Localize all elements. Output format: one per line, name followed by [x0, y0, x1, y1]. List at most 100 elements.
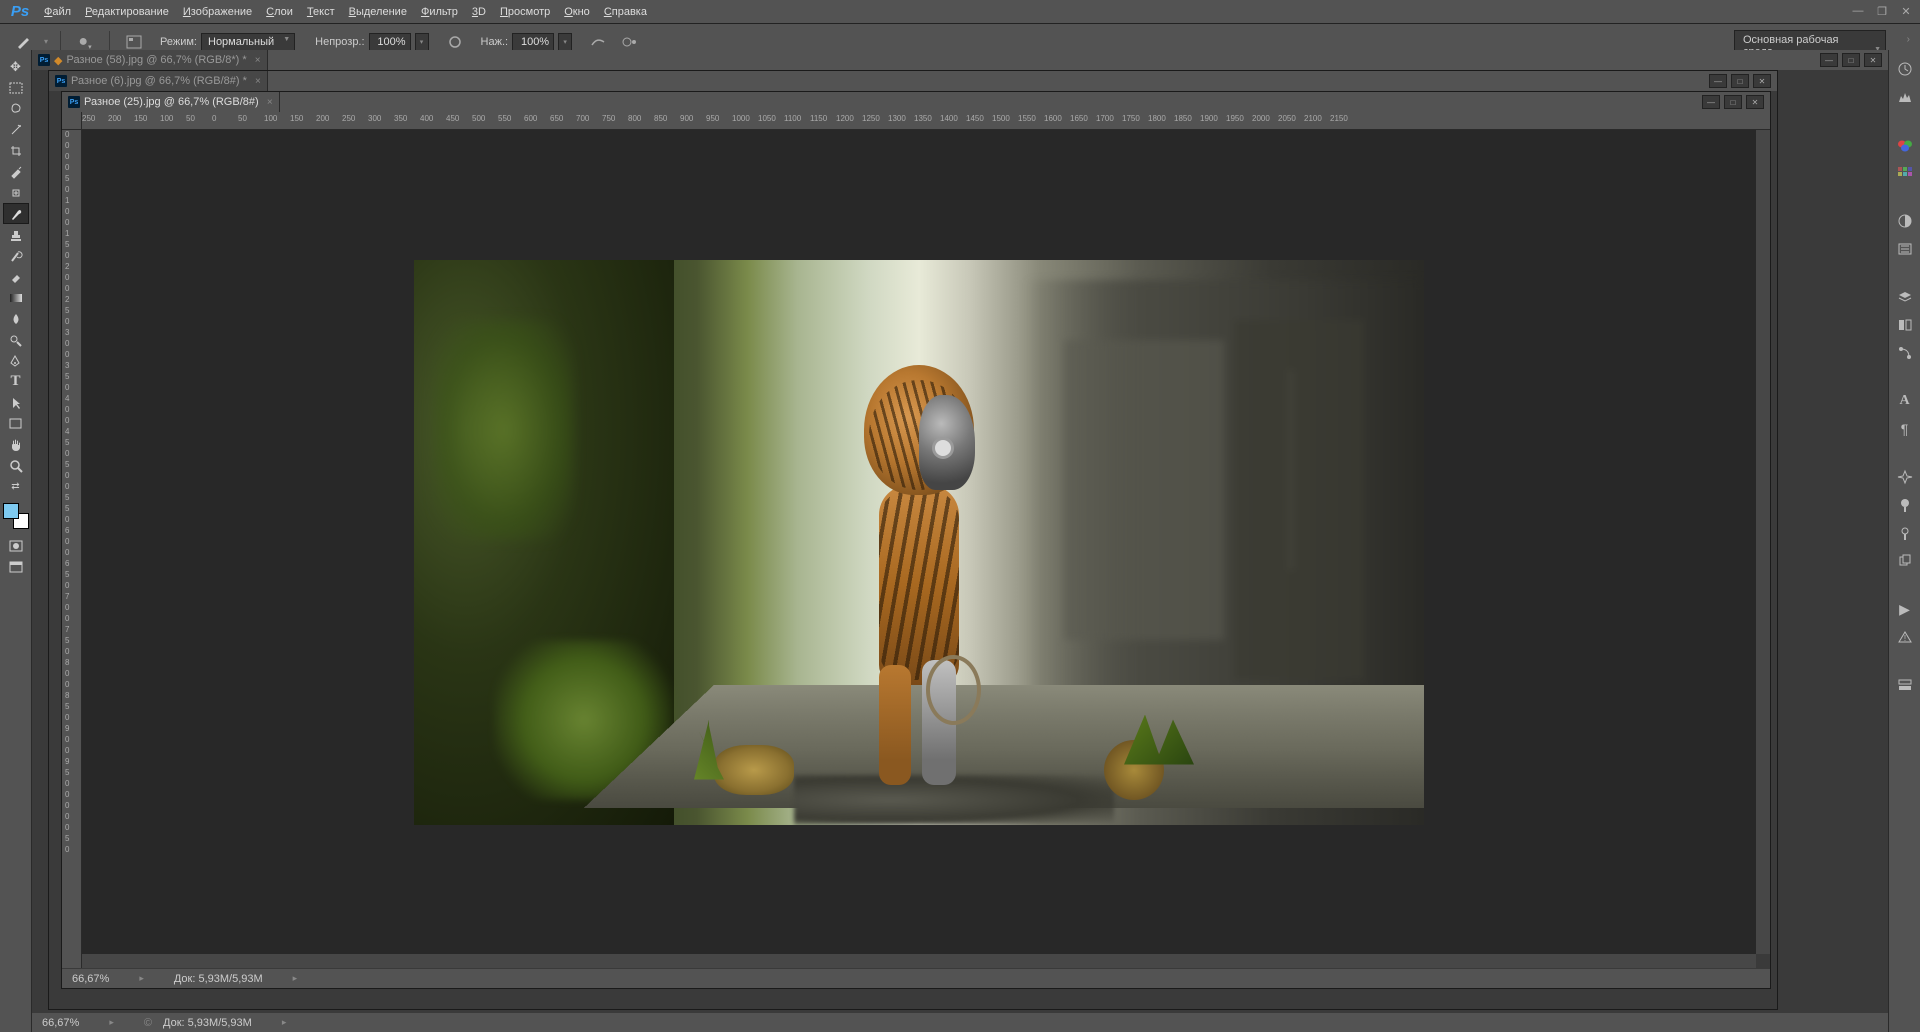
menu-help[interactable]: Справка — [598, 3, 653, 21]
move-tool[interactable]: ✥ — [3, 56, 29, 77]
right-panels: A ¶ ▶ ! — [1888, 50, 1920, 1032]
chevron-right-icon[interactable]: ▸ — [139, 973, 144, 984]
menu-edit[interactable]: Редактирование — [79, 3, 175, 21]
doc-maximize-button[interactable]: □ — [1842, 53, 1860, 67]
type-tool[interactable]: T — [3, 371, 29, 392]
image-canvas — [414, 260, 1424, 825]
flow-input[interactable]: 100% — [512, 33, 554, 51]
layers-panel-icon[interactable] — [1893, 286, 1917, 308]
styles-panel-icon[interactable] — [1893, 238, 1917, 260]
menu-text[interactable]: Текст — [301, 3, 341, 21]
histogram-panel-icon[interactable] — [1893, 86, 1917, 108]
close-tab-icon[interactable]: × — [255, 55, 261, 66]
doc-maximize-button[interactable]: □ — [1724, 95, 1742, 109]
doc-minimize-button[interactable]: — — [1820, 53, 1838, 67]
doc-close-button[interactable]: ✕ — [1746, 95, 1764, 109]
doc-close-button[interactable]: ✕ — [1864, 53, 1882, 67]
scrollbar-vertical[interactable] — [1756, 130, 1770, 954]
gradient-tool[interactable] — [3, 287, 29, 308]
zoom-level[interactable]: 66,67% — [42, 1017, 79, 1029]
zoom-level[interactable]: 66,67% — [72, 973, 109, 985]
restore-button[interactable]: ❐ — [1873, 3, 1891, 19]
wand-tool[interactable] — [3, 119, 29, 140]
fg-color-swatch[interactable] — [3, 503, 19, 519]
opacity-input[interactable]: 100% — [369, 33, 411, 51]
ruler-vertical[interactable]: 0000501001502002503003504004505005506006… — [62, 130, 82, 968]
doc-minimize-button[interactable]: — — [1702, 95, 1720, 109]
opacity-flyout[interactable]: ▾ — [415, 33, 429, 51]
channels-panel-icon[interactable] — [1893, 314, 1917, 336]
menu-window[interactable]: Окно — [558, 3, 596, 21]
menu-file[interactable]: Файл — [38, 3, 77, 21]
swatches-panel-icon[interactable] — [1893, 162, 1917, 184]
doc-close-button[interactable]: ✕ — [1753, 74, 1771, 88]
doc-maximize-button[interactable]: □ — [1731, 74, 1749, 88]
chevron-right-icon[interactable]: ▸ — [282, 1017, 287, 1028]
color-panel-icon[interactable] — [1893, 134, 1917, 156]
eraser-tool[interactable] — [3, 266, 29, 287]
tab-label: Разное (25).jpg @ 66,7% (RGB/8#) — [84, 96, 259, 108]
screenmode-tool[interactable] — [3, 556, 29, 577]
brush-settings-panel-icon[interactable] — [1893, 522, 1917, 544]
properties-panel-icon[interactable] — [1893, 674, 1917, 696]
minimize-button[interactable]: — — [1849, 3, 1867, 19]
ruler-corner[interactable] — [62, 112, 82, 130]
doc-size[interactable]: Док: 5,93M/5,93M — [174, 973, 263, 985]
marquee-tool[interactable] — [3, 77, 29, 98]
ruler-horizontal[interactable]: 2502001501005005010015020025030035040045… — [82, 112, 1770, 130]
menu-image[interactable]: Изображение — [177, 3, 258, 21]
crop-tool[interactable] — [3, 140, 29, 161]
color-swatches[interactable] — [3, 503, 29, 529]
canvas-viewport[interactable] — [82, 130, 1756, 954]
hand-tool[interactable] — [3, 434, 29, 455]
adjustments-panel-icon[interactable] — [1893, 210, 1917, 232]
path-select-tool[interactable] — [3, 392, 29, 413]
doc-tab-middle[interactable]: Ps Разное (6).jpg @ 66,7% (RGB/8#) * × — [49, 71, 268, 91]
blur-tool[interactable] — [3, 308, 29, 329]
mode-dropdown[interactable]: Нормальный — [201, 33, 295, 51]
close-tab-icon[interactable]: × — [267, 97, 273, 108]
history-panel-icon[interactable] — [1893, 58, 1917, 80]
clone-source-panel-icon[interactable] — [1893, 550, 1917, 572]
eyedropper-tool[interactable] — [3, 161, 29, 182]
paths-panel-icon[interactable] — [1893, 342, 1917, 364]
pen-tool[interactable] — [3, 350, 29, 371]
chevron-right-icon[interactable]: ▸ — [109, 1017, 114, 1028]
inner-doc-window: Ps Разное (25).jpg @ 66,7% (RGB/8#) × — … — [61, 91, 1771, 989]
zoom-tool[interactable] — [3, 455, 29, 476]
menu-select[interactable]: Выделение — [343, 3, 413, 21]
dodge-tool[interactable] — [3, 329, 29, 350]
actions-panel-icon[interactable]: ▶ — [1893, 598, 1917, 620]
doc-tab-inner[interactable]: Ps Разное (25).jpg @ 66,7% (RGB/8#) × — [62, 92, 280, 112]
menu-layers[interactable]: Слои — [260, 3, 299, 21]
stamp-tool[interactable] — [3, 224, 29, 245]
close-tab-icon[interactable]: × — [255, 76, 261, 87]
brush-tool[interactable] — [3, 203, 29, 224]
healing-tool[interactable] — [3, 182, 29, 203]
close-button[interactable]: ✕ — [1897, 3, 1915, 19]
lasso-tool[interactable] — [3, 98, 29, 119]
scrollbar-horizontal[interactable] — [82, 954, 1756, 968]
opacity-label: Непрозр.: — [315, 36, 364, 48]
tab-label: Разное (58).jpg @ 66,7% (RGB/8*) * — [66, 54, 246, 66]
paragraph-panel-icon[interactable]: ¶ — [1893, 418, 1917, 440]
swap-colors-icon[interactable]: ⇄ — [3, 476, 29, 497]
chevron-right-icon[interactable]: ▸ — [293, 973, 298, 984]
menu-3d[interactable]: 3D — [466, 3, 492, 21]
doc-size[interactable]: © Док: 5,93M/5,93M — [144, 1017, 252, 1029]
character-panel-icon[interactable]: A — [1893, 390, 1917, 412]
brush-presets-panel-icon[interactable] — [1893, 494, 1917, 516]
menu-filter[interactable]: Фильтр — [415, 3, 464, 21]
quickmask-tool[interactable] — [3, 535, 29, 556]
menu-view[interactable]: Просмотр — [494, 3, 556, 21]
panel-collapse-icon[interactable]: › — [1907, 34, 1910, 45]
doc-minimize-button[interactable]: — — [1709, 74, 1727, 88]
window-controls: — ❐ ✕ — [1849, 3, 1915, 19]
history-brush-tool[interactable] — [3, 245, 29, 266]
doc-tab-outer[interactable]: Ps ◆ Разное (58).jpg @ 66,7% (RGB/8*) * … — [32, 50, 268, 70]
flow-flyout[interactable]: ▾ — [558, 33, 572, 51]
info-panel-icon[interactable]: ! — [1893, 626, 1917, 648]
navigator-panel-icon[interactable] — [1893, 466, 1917, 488]
document-area: Ps ◆ Разное (58).jpg @ 66,7% (RGB/8*) * … — [32, 50, 1888, 1032]
shape-tool[interactable] — [3, 413, 29, 434]
